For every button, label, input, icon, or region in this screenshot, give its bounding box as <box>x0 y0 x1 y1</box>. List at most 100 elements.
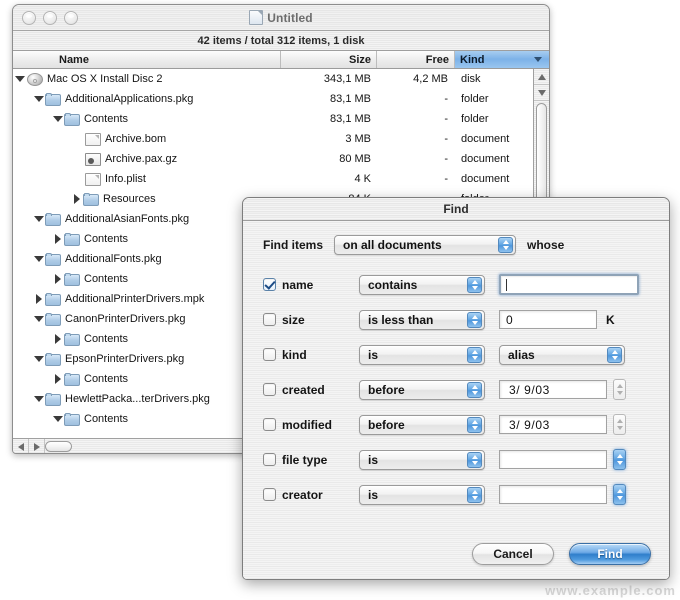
operator-popup-modified[interactable]: before <box>359 414 485 435</box>
row-name-cell: Contents <box>13 112 281 126</box>
disclosure-triangle-open-icon[interactable] <box>32 316 45 322</box>
disclosure-triangle-closed-icon[interactable] <box>51 234 64 244</box>
chevron-updown-icon <box>467 276 482 293</box>
value-popup-kind[interactable]: alias <box>499 344 625 365</box>
stepper-creator[interactable] <box>613 484 626 505</box>
column-header-size[interactable]: Size <box>281 51 377 68</box>
criteria-row: creator is <box>243 477 669 512</box>
table-row[interactable]: Archive.bom 3 MB - document <box>13 129 533 149</box>
criteria-row: size is less than 0 K <box>243 302 669 337</box>
text-caret <box>506 278 507 291</box>
table-row[interactable]: Info.plist 4 K - document <box>13 169 533 189</box>
finder-titlebar[interactable]: Untitled <box>13 5 549 31</box>
folder-icon <box>45 212 61 226</box>
operator-popup-created[interactable]: before <box>359 379 485 400</box>
disclosure-triangle-open-icon[interactable] <box>51 116 64 122</box>
value-input-created[interactable]: 3/ 9/03 <box>499 380 607 399</box>
criteria-toggle[interactable]: modified <box>263 418 359 432</box>
scroll-left-arrow[interactable] <box>13 439 29 453</box>
value-input-creator[interactable] <box>499 485 607 504</box>
find-dialog-titlebar[interactable]: Find <box>243 198 669 221</box>
table-row[interactable]: Mac OS X Install Disc 2 343,1 MB 4,2 MB dis… <box>13 69 533 89</box>
disclosure-triangle-open-icon[interactable] <box>51 416 64 422</box>
row-name-label: Contents <box>84 373 129 385</box>
scroll-right-arrow[interactable] <box>29 439 45 453</box>
criteria-toggle[interactable]: name <box>263 278 359 292</box>
scroll-up-arrow[interactable] <box>534 69 549 85</box>
value-input-text: 3/ 9/03 <box>509 417 550 432</box>
find-button[interactable]: Find <box>569 543 651 565</box>
disclosure-triangle-closed-icon[interactable] <box>51 374 64 384</box>
disclosure-triangle-open-icon[interactable] <box>13 76 26 82</box>
checkbox-size[interactable] <box>263 313 276 326</box>
chevron-updown-icon <box>467 486 482 503</box>
document-proxy-icon[interactable] <box>249 10 264 25</box>
operator-popup-creator[interactable]: is <box>359 484 485 505</box>
disclosure-triangle-closed-icon[interactable] <box>51 334 64 344</box>
operator-popup-kind[interactable]: is <box>359 344 485 365</box>
find-whose-label: whose <box>527 238 565 252</box>
checkbox-created[interactable] <box>263 383 276 396</box>
column-header-name-label: Name <box>59 53 89 66</box>
checkbox-creator[interactable] <box>263 488 276 501</box>
chevron-updown-icon <box>467 416 482 433</box>
row-name-label: AdditionalApplications.pkg <box>65 93 194 105</box>
stepper-file-type[interactable] <box>613 449 626 470</box>
find-scope-popup[interactable]: on all documents <box>334 235 517 255</box>
value-input-modified[interactable]: 3/ 9/03 <box>499 415 607 434</box>
criteria-toggle[interactable]: creator <box>263 488 359 502</box>
disclosure-triangle-closed-icon[interactable] <box>70 194 83 204</box>
folder-icon <box>83 192 99 206</box>
disclosure-triangle-open-icon[interactable] <box>32 96 45 102</box>
column-header-kind-label: Kind <box>460 53 485 66</box>
row-name-label: AdditionalAsianFonts.pkg <box>65 213 190 225</box>
row-name-cell: EpsonPrinterDrivers.pkg <box>13 352 281 366</box>
disclosure-triangle-open-icon[interactable] <box>32 216 45 222</box>
row-size-label: 4 K <box>354 173 371 185</box>
checkbox-modified[interactable] <box>263 418 276 431</box>
disclosure-triangle-open-icon[interactable] <box>32 356 45 362</box>
document-icon <box>85 132 101 146</box>
table-row[interactable]: Contents 83,1 MB - folder <box>13 109 533 129</box>
column-header-kind[interactable]: Kind <box>455 51 549 68</box>
operator-popup-name[interactable]: contains <box>359 274 485 295</box>
operator-popup-size[interactable]: is less than <box>359 309 485 330</box>
disclosure-triangle-open-icon[interactable] <box>32 256 45 262</box>
criteria-toggle[interactable]: file type <box>263 453 359 467</box>
row-name-cell: HewlettPacka...terDrivers.pkg <box>13 392 281 406</box>
criteria-row: created before 3/ 9/03 <box>243 372 669 407</box>
folder-icon <box>45 92 61 106</box>
checkbox-name[interactable] <box>263 278 276 291</box>
scroll-down-arrow[interactable] <box>534 85 549 101</box>
disclosure-triangle-closed-icon[interactable] <box>32 294 45 304</box>
folder-icon <box>64 272 80 286</box>
column-header-free-label: Free <box>425 53 449 66</box>
table-row[interactable]: AdditionalApplications.pkg 83,1 MB - folder <box>13 89 533 109</box>
criteria-label: created <box>282 382 325 397</box>
column-header-free[interactable]: Free <box>377 51 455 68</box>
operator-popup-file-type[interactable]: is <box>359 449 485 470</box>
horizontal-scroll-thumb[interactable] <box>45 441 72 452</box>
checkbox-file-type[interactable] <box>263 453 276 466</box>
value-input-text: 0 <box>506 312 513 327</box>
row-name-label: Contents <box>84 413 129 425</box>
value-input-file-type[interactable] <box>499 450 607 469</box>
folder-icon <box>64 332 80 346</box>
row-kind-label: disk <box>461 73 481 85</box>
chevron-updown-icon <box>607 346 622 363</box>
disclosure-triangle-open-icon[interactable] <box>32 396 45 402</box>
cancel-button[interactable]: Cancel <box>472 543 554 565</box>
checkbox-kind[interactable] <box>263 348 276 361</box>
disclosure-triangle-closed-icon[interactable] <box>51 274 64 284</box>
find-scope-row: Find items on all documents whose <box>243 221 669 255</box>
sort-descending-icon[interactable] <box>534 57 542 62</box>
criteria-toggle[interactable]: created <box>263 383 359 397</box>
criteria-toggle[interactable]: kind <box>263 348 359 362</box>
table-row[interactable]: Archive.pax.gz 80 MB - document <box>13 149 533 169</box>
value-input-size[interactable]: 0 <box>499 310 597 329</box>
value-popup-text: alias <box>508 347 535 362</box>
value-input-name[interactable] <box>499 274 639 295</box>
row-name-cell: Contents <box>13 232 281 246</box>
column-header-name[interactable]: Name <box>13 51 281 68</box>
criteria-toggle[interactable]: size <box>263 313 359 327</box>
